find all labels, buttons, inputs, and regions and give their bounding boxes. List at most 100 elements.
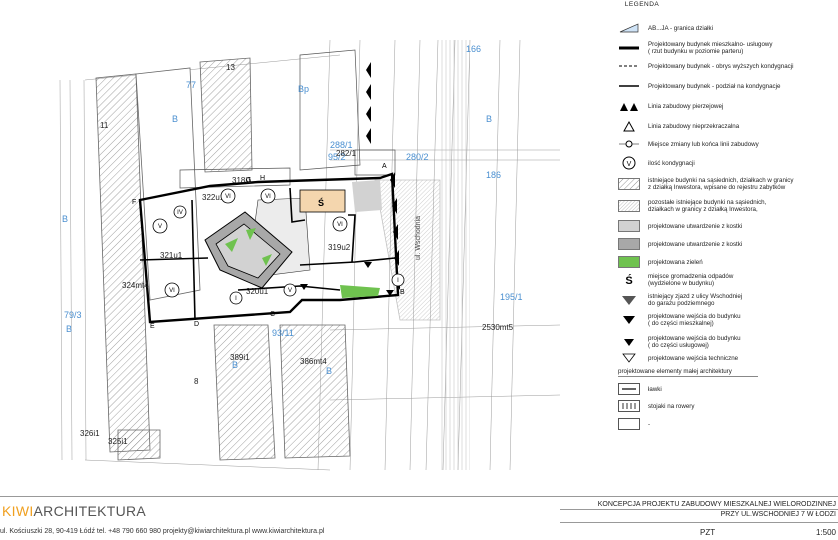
plot-boundary-icon: [618, 22, 640, 35]
site-plan-map: 77 166 186 79/3 Bp B B B B B B 280/2 195…: [59, 39, 561, 471]
storey-circle-icon: V: [618, 156, 640, 170]
legend-item-entrance-residential: projektowane wejścia do budynku ( do czę…: [618, 312, 838, 328]
legend-item-plot-boundary: AB...JA - granica działki: [618, 20, 838, 36]
parcel-319u2: 319u2: [328, 243, 351, 252]
legend-item-entrance-technical: projektowane wejścia techniczne: [618, 350, 838, 366]
dashed-line-icon: [618, 60, 640, 73]
legend-item-greenery: projektowana zieleń: [618, 254, 838, 270]
drawing-scale: 1:500: [815, 528, 836, 537]
svg-text:IV: IV: [177, 210, 183, 216]
parcel-186: 186: [486, 170, 501, 180]
storey-marker-iv: IV: [173, 205, 187, 219]
parcel-320u1: 320u1: [246, 287, 269, 296]
waste-symbol: Ś: [318, 197, 324, 208]
parcel-321u1: 321u1: [160, 251, 183, 260]
parcel-166: 166: [466, 44, 481, 54]
light-grey-swatch-icon: [618, 220, 640, 233]
parcel-b-3: B: [486, 114, 492, 124]
parcel-325i1: 325i1: [108, 437, 128, 446]
legend-item-line-change: Miejsce zmiany lub końca linii zabudowy: [618, 136, 838, 152]
bench-icon: [618, 383, 640, 396]
parcel-326i1: 326i1: [80, 429, 100, 438]
legend-item-frontage-line: Linia zabudowy pierzejowej: [618, 98, 838, 114]
storey-marker-i-1: I: [229, 291, 243, 305]
legend-item-entrance-service: projektowane wejścia do budynku ( do czę…: [618, 334, 838, 350]
legend-item-storey-division: Projektowany budynek - podział na kondyg…: [618, 78, 838, 94]
storey-marker-vi-4: VI: [332, 216, 348, 232]
dense-hatch-swatch-icon: [618, 200, 640, 213]
legend-title: LEGENDA: [624, 1, 660, 8]
parcel-324mt4: 324mt4: [122, 281, 149, 290]
svg-text:Ś: Ś: [625, 274, 632, 287]
storey-marker-i-2: I: [391, 273, 405, 287]
project-title: KONCEPCJA PROJEKTU ZABUDOWY MIESZKALNEJ …: [597, 501, 836, 508]
point-f: F: [132, 199, 136, 206]
legend-item-heritage: istniejące budynki na sąsiednich, działk…: [618, 176, 838, 192]
circle-dash-icon: [618, 138, 640, 151]
legend-item-garage-exit: istniejący zjazd z ulicy Wschodniej do g…: [618, 292, 838, 308]
legend-item-waste: Ś miejsce gromadzenia odpadów (wydzielon…: [618, 272, 838, 288]
storey-marker-vi-1: V: [152, 218, 168, 234]
legend-item-building-ground: Projektowany budynek mieszkalno- usługow…: [618, 40, 838, 56]
svg-text:VI: VI: [337, 222, 343, 228]
entrance-paving: [352, 180, 382, 212]
thick-line-icon: [618, 42, 640, 55]
black-triangle-icon: [618, 314, 640, 327]
point-e: E: [150, 323, 155, 330]
parcel-282-1: 282/1: [336, 149, 357, 158]
title-divider: [560, 509, 838, 510]
title-divider-2: [560, 522, 838, 523]
parcel-b-4: B: [66, 324, 72, 334]
parcel-93-11: 93/11: [272, 328, 294, 338]
thin-line-icon: [618, 80, 640, 93]
outline-down-triangle-icon: [618, 352, 640, 365]
hatch-swatch-icon: [618, 178, 640, 191]
company-address: ul. Kościuszki 28, 90-419 Łódź tel. +48 …: [0, 528, 325, 535]
parcel-b-6: B: [326, 366, 332, 376]
project-address: PRZY UL.WSCHODNIEJ 7 W ŁODZI: [720, 511, 836, 518]
empty-box-icon: [618, 418, 640, 431]
waste-symbol-icon: Ś: [618, 274, 640, 287]
legend-item-other-buildings: pozostałe istniejące budynki na sąsiedni…: [618, 198, 838, 214]
svg-text:V: V: [288, 288, 292, 294]
legend-item-other: -: [618, 416, 838, 432]
legend-item-benches: ławki: [618, 381, 838, 397]
grey-triangle-icon: [618, 294, 640, 307]
bike-rack-icon: [618, 400, 640, 413]
svg-text:V: V: [158, 224, 162, 230]
svg-text:V: V: [627, 161, 632, 168]
company-logo: KIWIARCHITEKTURA: [2, 503, 147, 519]
parcel-195-1: 195/1: [500, 292, 523, 302]
parcel-b-1: B: [172, 114, 178, 124]
green-strip: [340, 285, 380, 298]
storey-marker-vi-3: VI: [260, 188, 276, 204]
svg-text:VI: VI: [225, 194, 231, 200]
solid-triangles-icon: [618, 100, 640, 113]
parcel-79-3: 79/3: [64, 310, 82, 320]
parcel-77: 77: [186, 80, 196, 90]
parcel-389i1: 389i1: [230, 353, 250, 362]
parcel-8: 8: [194, 377, 199, 386]
point-g: G: [246, 177, 251, 184]
legend-item-storeys: V ilość kondygnacji: [618, 155, 838, 171]
legend-divider: [618, 376, 758, 377]
black-triangle-small-icon: [618, 336, 640, 349]
footer-divider: [0, 496, 838, 497]
parcel-b-2: B: [62, 214, 68, 224]
point-b: B: [400, 289, 405, 296]
legend-panel: LEGENDA AB...JA - granica działki Projek…: [608, 0, 838, 496]
small-architecture-heading: projektowane elementy małej architektury: [618, 368, 732, 375]
point-d: D: [194, 321, 199, 328]
parcel-11: 11: [100, 121, 109, 130]
svg-text:VI: VI: [169, 288, 175, 294]
street-name: ul. Wschodnia: [415, 216, 422, 260]
legend-item-paving-light: projektowane utwardzenie z kostki: [618, 218, 838, 234]
legend-item-upper-outline: Projektowany budynek - obrys wyższych ko…: [618, 58, 838, 74]
legend-item-bike-racks: stojaki na rowery: [618, 398, 838, 414]
storey-marker-vi-2: VI: [220, 188, 236, 204]
point-c: C: [270, 311, 275, 318]
legend-item-building-line: Linia zabudowy nieprzekraczalna: [618, 118, 838, 134]
storey-marker-v: V: [283, 283, 297, 297]
point-h: H: [260, 175, 265, 182]
parcel-13: 13: [226, 63, 235, 72]
